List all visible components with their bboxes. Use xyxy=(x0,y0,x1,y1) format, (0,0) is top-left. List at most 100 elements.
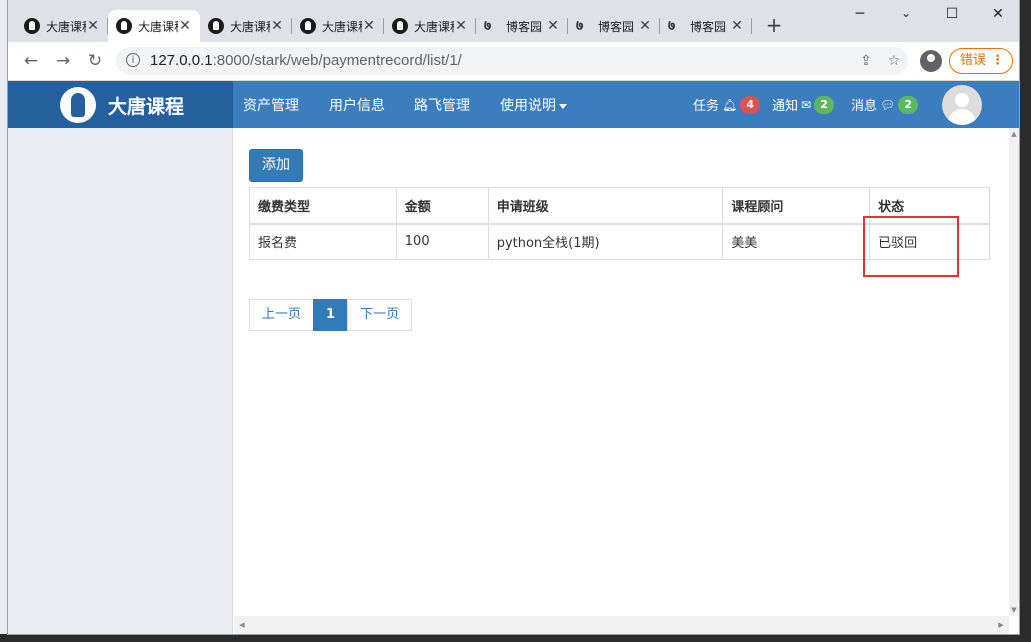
scroll-left-icon[interactable]: ◀ xyxy=(236,619,248,631)
cnblogs-icon: ७ xyxy=(668,18,676,34)
tab-title: 博客园 xyxy=(690,19,727,34)
browser-tab[interactable]: 大唐课程 ✕ xyxy=(16,10,108,42)
window-close-icon[interactable]: ✕ xyxy=(975,6,1021,26)
close-icon[interactable]: ✕ xyxy=(86,18,100,34)
cnblogs-icon: ७ xyxy=(484,18,492,34)
menu-user-info[interactable]: 用户信息 xyxy=(329,95,385,115)
tab-title: 大唐课程 xyxy=(322,19,362,34)
close-icon[interactable]: ✕ xyxy=(362,18,376,34)
desktop-background-right xyxy=(1019,0,1031,642)
reload-icon[interactable]: ↻ xyxy=(84,50,106,72)
tab-title: 博客园 xyxy=(598,19,635,34)
vertical-scrollbar[interactable]: ▲ ▼ xyxy=(1009,128,1019,616)
browser-tab-active[interactable]: 大唐课程 ✕ xyxy=(108,10,200,42)
close-icon[interactable]: ✕ xyxy=(730,18,744,34)
tab-title: 大唐课程 xyxy=(230,19,270,34)
minimize-icon[interactable]: ─ xyxy=(837,6,883,26)
back-arrow-icon[interactable]: ← xyxy=(20,50,42,72)
datang-logo-icon xyxy=(24,18,40,34)
messages-count-badge: 2 xyxy=(898,95,919,114)
close-icon[interactable]: ✕ xyxy=(178,18,192,34)
main-content: 添加 缴费类型 金额 申请班级 课程顾问 状态 报名费 100 python全栈… xyxy=(234,128,1009,616)
close-icon[interactable]: ✕ xyxy=(454,18,468,34)
datang-logo-icon xyxy=(208,18,224,34)
brand-block[interactable]: 大唐课程 xyxy=(8,81,233,128)
scroll-right-icon[interactable]: ▶ xyxy=(995,619,1007,631)
maximize-icon[interactable]: ☐ xyxy=(929,6,975,26)
menu-usage-guide[interactable]: 使用说明 xyxy=(500,95,567,115)
nav-messages[interactable]: 消息 💬︎ 2 xyxy=(851,95,919,114)
caret-down-icon xyxy=(559,103,567,109)
nav-notices[interactable]: 通知 ✉ 2 xyxy=(772,95,835,114)
browser-window: 大唐课程 ✕ 大唐课程 ✕ 大唐课程 ✕ 大唐课程 ✕ 大唐课程 ✕ xyxy=(8,0,1019,634)
error-button[interactable]: 错误 ⋮ xyxy=(949,48,1013,74)
tab-title: 大唐课程 xyxy=(138,19,178,34)
close-icon[interactable]: ✕ xyxy=(270,18,284,34)
tab-strip: 大唐课程 ✕ 大唐课程 ✕ 大唐课程 ✕ 大唐课程 ✕ 大唐课程 ✕ xyxy=(8,0,1019,42)
share-icon[interactable]: ⇪ xyxy=(856,51,876,71)
browser-toolbar: ← → ↻ i 127.0.0.1:8000/stark/web/payment… xyxy=(8,42,1019,81)
error-button-label: 错误 xyxy=(960,53,987,68)
scroll-down-icon[interactable]: ▼ xyxy=(1009,604,1019,616)
close-icon[interactable]: ✕ xyxy=(546,18,560,34)
forward-arrow-icon[interactable]: → xyxy=(52,50,74,72)
site-info-icon[interactable]: i xyxy=(126,53,140,67)
site-logo-icon xyxy=(60,87,96,123)
pagination: 上一页 1 下一页 xyxy=(249,299,413,331)
browser-tab[interactable]: 大唐课程 ✕ xyxy=(200,10,292,42)
user-avatar[interactable] xyxy=(942,85,982,125)
url-host: 127.0.0.1 xyxy=(150,52,213,69)
browser-tab[interactable]: ७ 博客园 ✕ xyxy=(476,10,568,42)
column-header-class: 申请班级 xyxy=(487,187,724,225)
nav-tasks-label: 任务 xyxy=(693,99,720,114)
tab-search-chevron-icon[interactable]: ⌄ xyxy=(883,6,929,26)
cell-payment-type: 报名费 xyxy=(249,223,397,260)
datang-logo-icon xyxy=(300,18,316,34)
cell-amount: 100 xyxy=(395,223,489,260)
comment-icon: 💬︎ xyxy=(880,97,896,112)
tab-title: 大唐课程 xyxy=(46,19,86,34)
column-header-payment-type: 缴费类型 xyxy=(249,187,397,225)
menu-usage-guide-label: 使用说明 xyxy=(500,98,556,114)
column-header-amount: 金额 xyxy=(395,187,489,225)
close-icon[interactable]: ✕ xyxy=(638,18,652,34)
tasks-count-badge: 4 xyxy=(740,95,761,114)
cell-class: python全栈(1期) xyxy=(487,223,724,260)
url-text[interactable]: 127.0.0.1:8000/stark/web/paymentrecord/l… xyxy=(150,52,462,69)
notices-count-badge: 2 xyxy=(814,95,835,114)
tab-divider xyxy=(751,18,752,34)
left-sidebar xyxy=(8,128,233,634)
site-brand: 大唐课程 xyxy=(108,96,185,118)
browser-tab[interactable]: 大唐课程 ✕ xyxy=(384,10,476,42)
more-menu-icon[interactable]: ⋮ xyxy=(991,49,1004,72)
next-page-button[interactable]: 下一页 xyxy=(347,299,413,331)
browser-tab[interactable]: 大唐课程 ✕ xyxy=(292,10,384,42)
current-page-button[interactable]: 1 xyxy=(313,299,349,331)
desktop-background-left xyxy=(0,0,8,642)
horizontal-scrollbar[interactable]: ◀ ▶ xyxy=(234,616,1009,634)
menu-lufei-management[interactable]: 路飞管理 xyxy=(414,95,470,115)
address-bar[interactable]: i 127.0.0.1:8000/stark/web/paymentrecord… xyxy=(116,47,908,75)
desktop-background-bottom xyxy=(0,634,1031,642)
nav-tasks[interactable]: 任务 🔔︎ 4 xyxy=(693,95,761,114)
tab-title: 博客园 xyxy=(506,19,543,34)
menu-asset-management[interactable]: 资产管理 xyxy=(243,95,299,115)
bell-icon: 🔔︎ xyxy=(722,97,738,112)
bookmark-star-icon[interactable]: ☆ xyxy=(884,51,904,71)
new-tab-button[interactable]: + xyxy=(762,14,786,38)
status-highlight-box xyxy=(863,216,959,277)
site-navbar: 大唐课程 资产管理 用户信息 路飞管理 使用说明 任务 🔔︎ 4 通知 ✉ 2 … xyxy=(8,81,1019,128)
browser-tab[interactable]: ७ 博客园 ✕ xyxy=(568,10,660,42)
url-path: :8000/stark/web/paymentrecord/list/1/ xyxy=(212,52,462,69)
column-header-consultant: 课程顾问 xyxy=(722,187,871,225)
prev-page-button[interactable]: 上一页 xyxy=(249,299,315,331)
browser-tab[interactable]: ७ 博客园 ✕ xyxy=(660,10,752,42)
nav-messages-label: 消息 xyxy=(851,99,878,114)
scroll-up-icon[interactable]: ▲ xyxy=(1009,128,1019,140)
tab-title: 大唐课程 xyxy=(414,19,454,34)
add-button[interactable]: 添加 xyxy=(249,149,303,182)
datang-logo-icon xyxy=(116,18,132,34)
datang-logo-icon xyxy=(392,18,408,34)
envelope-icon: ✉ xyxy=(801,97,812,112)
profile-icon[interactable] xyxy=(920,50,942,72)
